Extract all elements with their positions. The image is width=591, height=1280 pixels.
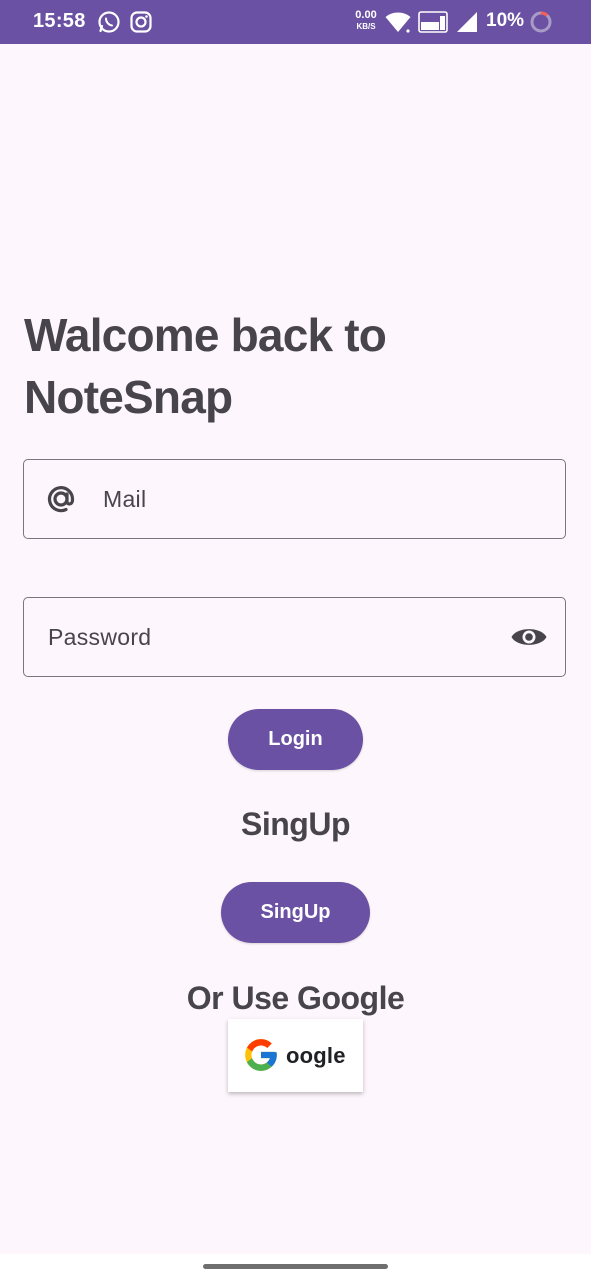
google-heading: Or Use Google: [186, 980, 405, 1016]
login-button[interactable]: Login: [228, 709, 363, 770]
signal-icon: [457, 12, 477, 32]
network-speed-value: 0.00: [355, 9, 377, 21]
eye-icon[interactable]: [510, 623, 548, 651]
password-placeholder: Password: [48, 624, 152, 650]
google-button-label: oogle: [286, 1043, 346, 1068]
signup-button[interactable]: SingUp: [221, 882, 370, 943]
instagram-icon: [130, 11, 152, 33]
whatsapp-icon: [98, 11, 120, 33]
status-bar: 15:58 0.00 KB/S 10%: [0, 0, 591, 44]
google-g-icon: [245, 1039, 277, 1071]
title-line-2: NoteSnap: [24, 371, 233, 423]
page-title: Walcome back to NoteSnap: [24, 304, 564, 428]
battery-percent: 10%: [486, 10, 525, 31]
at-icon: [47, 486, 75, 513]
mail-field[interactable]: Mail: [23, 459, 566, 539]
battery-ring-icon: [530, 11, 552, 33]
password-field[interactable]: Password: [23, 597, 566, 677]
google-signin-button[interactable]: oogle: [228, 1019, 363, 1092]
wifi-icon: [385, 12, 411, 33]
signup-heading: SingUp: [241, 806, 350, 842]
status-time: 15:58: [33, 10, 86, 32]
network-speed-unit: KB/S: [356, 22, 376, 31]
network-speed: 0.00 KB/S: [352, 10, 380, 32]
vowifi-icon: [418, 11, 448, 33]
mail-placeholder: Mail: [103, 486, 147, 512]
title-line-1: Walcome back to: [24, 309, 387, 361]
home-indicator[interactable]: [203, 1264, 388, 1269]
